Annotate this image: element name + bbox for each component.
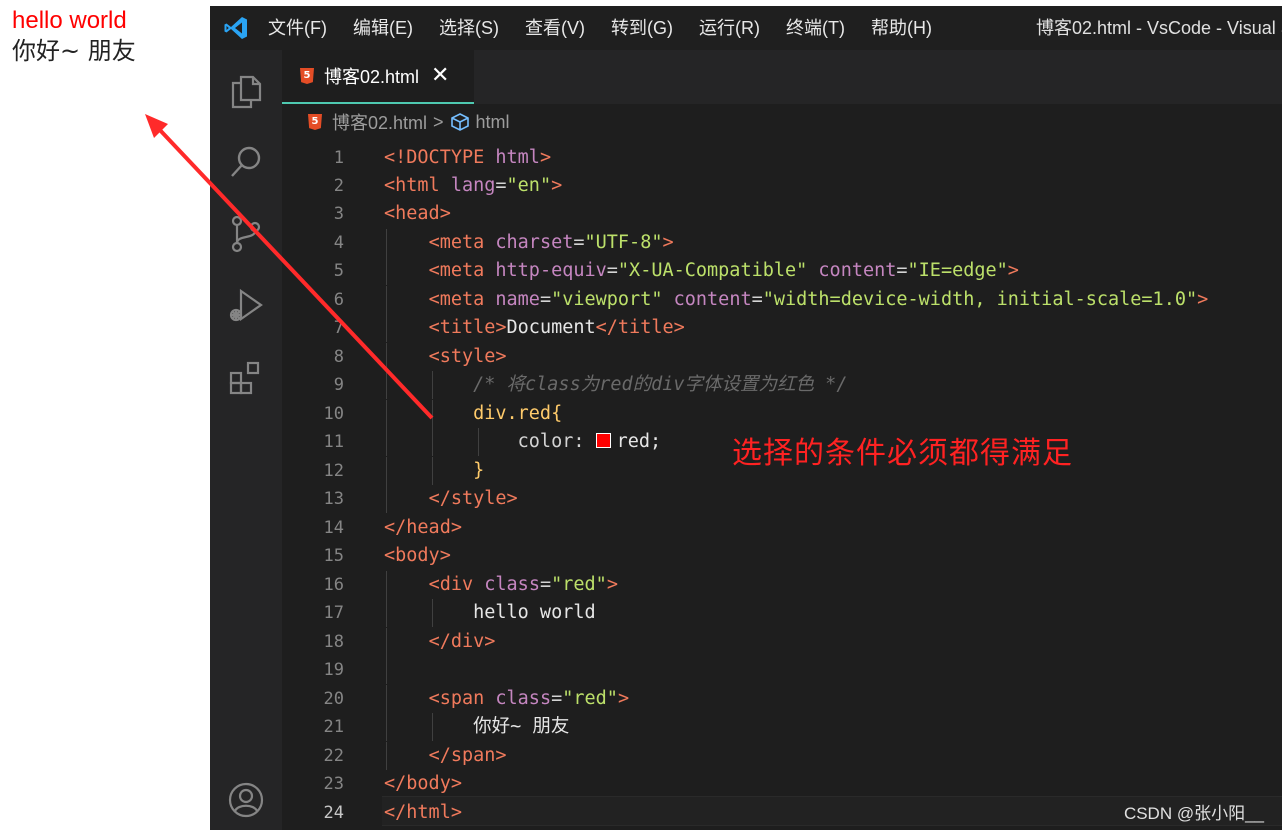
csdn-watermark: CSDN @张小阳__ [1123,804,1264,823]
run-debug-icon[interactable] [210,276,282,336]
explorer-icon[interactable] [210,62,282,122]
tab-bar: 5 博客02.html ✕ [282,50,1282,104]
tab-blog02-html[interactable]: 5 博客02.html ✕ [282,50,474,104]
code-line: 18 </div> [282,628,1282,656]
line-number: 6 [333,290,344,310]
code-line: 4 <meta charset="UTF-8"> [282,229,1282,257]
code-line: 20 <span class="red"> [282,685,1282,713]
line-number: 3 [333,204,344,224]
menu-help[interactable]: 帮助(H) [865,6,942,50]
code-line: 1 <!DOCTYPE html> [282,144,1282,172]
code-line: 9 /* 将class为red的div字体设置为红色 */ [282,371,1282,399]
line-number: 2 [333,176,344,196]
line-number: 24 [323,803,344,823]
line-number: 10 [323,404,344,424]
code-line: 10 div.red{ [282,400,1282,428]
code-line: 13 </style> [282,485,1282,513]
line-number: 11 [323,432,344,452]
title-bar: 文件(F) 编辑(E) 选择(S) 查看(V) 转到(G) 运行(R) 终端(T… [210,6,1282,50]
line-number: 18 [323,632,344,652]
breadcrumb: 5 博客02.html > html [282,104,1282,140]
line-number: 21 [323,717,344,737]
code-line: 17 hello world [282,599,1282,627]
line-number: 5 [333,261,344,281]
menu-go[interactable]: 转到(G) [605,6,683,50]
menu-selection[interactable]: 选择(S) [433,6,509,50]
symbol-cube-icon [450,113,469,131]
vscode-window: 文件(F) 编辑(E) 选择(S) 查看(V) 转到(G) 运行(R) 终端(T… [210,6,1282,830]
line-number: 9 [333,375,344,395]
window-title: 博客02.html - VsCode - Visual S [1036,18,1282,38]
vscode-logo-icon [210,6,262,50]
search-icon[interactable] [210,132,282,192]
browser-preview: hello world 你好~ 朋友 [12,6,136,66]
menu-bar: 文件(F) 编辑(E) 选择(S) 查看(V) 转到(G) 运行(R) 终端(T… [262,6,952,50]
code-line: 15 <body> [282,542,1282,570]
code-line: 22 </span> [282,742,1282,770]
preview-span-text: 你好~ 朋友 [12,37,136,65]
menu-view[interactable]: 查看(V) [519,6,595,50]
source-control-icon[interactable] [210,204,282,264]
code-line: 5 <meta http-equiv="X-UA-Compatible" con… [282,257,1282,285]
extensions-icon[interactable] [210,348,282,408]
line-number: 16 [323,575,344,595]
code-line: 16 <div class="red"> [282,571,1282,599]
breadcrumb-symbol[interactable]: html [476,112,510,133]
preview-hello-world: hello world [12,7,127,34]
breadcrumb-file[interactable]: 博客02.html [332,109,427,135]
line-number: 12 [323,461,344,481]
html5-file-icon: 5 [300,68,314,84]
code-line: 8 <style> [282,343,1282,371]
line-number: 15 [323,546,344,566]
line-number: 19 [323,660,344,680]
html5-file-icon: 5 [308,114,322,130]
line-number: 4 [333,233,344,253]
code-editor[interactable]: 1 <!DOCTYPE html> 2 <html lang="en"> 3 <… [282,140,1282,830]
line-number: 7 [333,318,344,338]
menu-run[interactable]: 运行(R) [693,6,770,50]
line-number: 20 [323,689,344,709]
code-line: 23 </body> [282,770,1282,798]
line-number: 23 [323,774,344,794]
line-number: 8 [333,347,344,367]
tab-label: 博客02.html [324,67,420,87]
chevron-right-icon: > [433,111,444,132]
activity-bar [210,50,282,830]
annotation-text: 选择的条件必须都得满足 [732,436,1073,471]
line-number: 14 [323,518,344,538]
code-line: 2 <html lang="en"> [282,172,1282,200]
menu-edit[interactable]: 编辑(E) [347,6,423,50]
code-line: 7 <title>Document</title> [282,314,1282,342]
close-icon[interactable]: ✕ [431,65,449,87]
line-number: 1 [333,148,344,168]
account-icon[interactable] [210,770,282,830]
line-number: 17 [323,603,344,623]
line-number: 13 [323,489,344,509]
code-line: 3 <head> [282,200,1282,228]
line-number: 22 [323,746,344,766]
color-swatch[interactable] [595,432,611,448]
menu-file[interactable]: 文件(F) [262,6,337,50]
code-line: 14 </head> [282,514,1282,542]
code-line: 19 [282,656,1282,684]
menu-terminal[interactable]: 终端(T) [780,6,855,50]
code-line: 21 你好~ 朋友 [282,713,1282,741]
code-line: 6 <meta name="viewport" content="width=d… [282,286,1282,314]
